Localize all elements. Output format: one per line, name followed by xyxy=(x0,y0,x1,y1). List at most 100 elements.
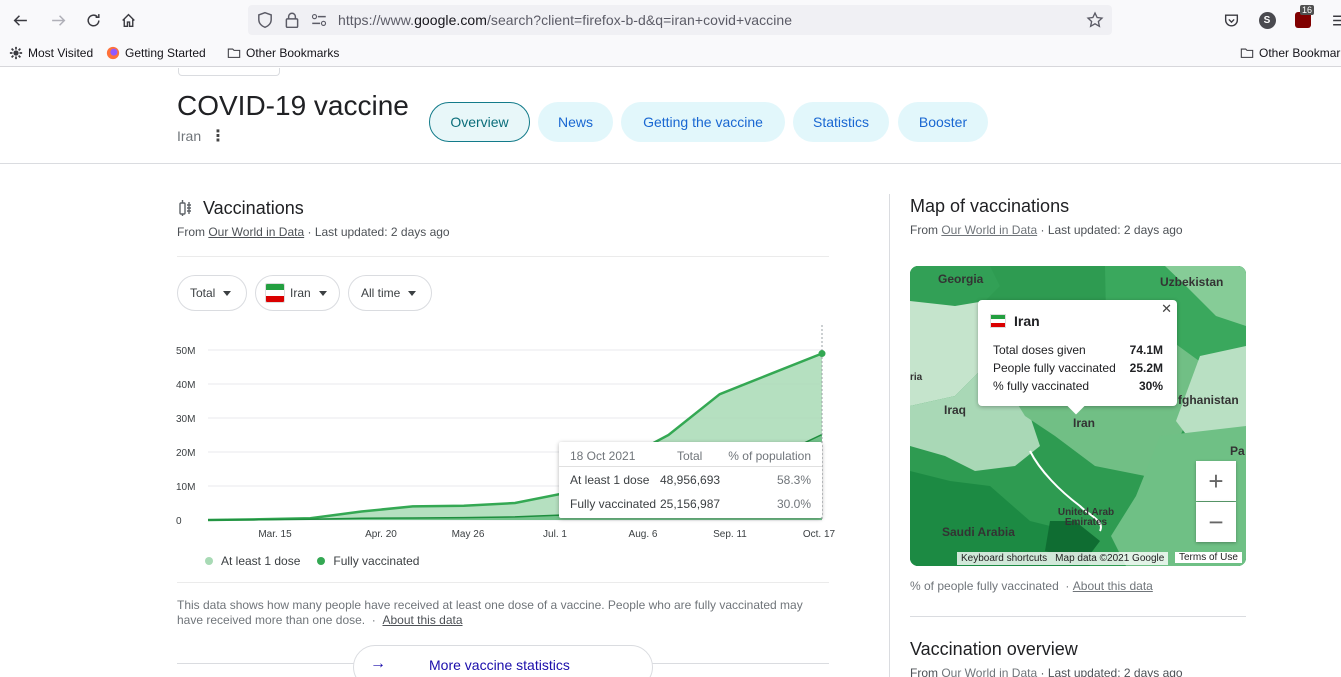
tooltip-row-label: At least 1 dose xyxy=(570,473,650,487)
tab-overview[interactable]: Overview xyxy=(429,102,530,142)
ublock-icon[interactable]: 16 xyxy=(1291,5,1315,32)
map-source: From Our World in Data · Last updated: 2… xyxy=(910,223,1183,237)
reload-icon[interactable] xyxy=(81,8,105,32)
map-label: Pa xyxy=(1230,444,1245,458)
bookmark-other-right[interactable]: Other Bookmar xyxy=(1240,46,1340,60)
about-data-link[interactable]: About this data xyxy=(382,613,462,627)
tooltip-row: Fully vaccinated 25,156,987 30.0% xyxy=(570,497,811,515)
overview-title: Vaccination overview xyxy=(910,639,1078,659)
more-vert-icon[interactable]: ⋮ xyxy=(210,126,226,146)
more-vaccine-statistics-button[interactable]: → More vaccine statistics xyxy=(353,645,653,677)
bookmark-most-visited[interactable]: Most Visited xyxy=(9,46,93,60)
header-divider xyxy=(0,163,1341,164)
note-text: This data shows how many people have rec… xyxy=(177,598,803,627)
gear-icon xyxy=(9,46,23,60)
bookmark-star-icon[interactable] xyxy=(1086,11,1104,29)
zoom-out-button[interactable]: − xyxy=(1196,502,1236,542)
chart-tooltip: 18 Oct 2021 Total % of population At least… xyxy=(559,442,822,518)
bookmark-label: Other Bookmarks xyxy=(246,46,340,60)
home-icon[interactable] xyxy=(116,8,140,32)
zoom-in-button[interactable]: + xyxy=(1196,461,1236,501)
x-tick-label: Aug. 6 xyxy=(629,529,658,540)
terms-of-use-link[interactable]: Terms of Use xyxy=(1175,552,1242,563)
about-data-link[interactable]: About this data xyxy=(1073,579,1153,593)
popup-row: Total doses given 74.1M xyxy=(993,343,1163,359)
legend-label: Fully vaccinated xyxy=(333,554,420,568)
url-text[interactable]: https://www.google.com/search?client=fir… xyxy=(338,12,792,28)
overview-source: From Our World in Data · Last updated: 2… xyxy=(910,666,1183,677)
source-prefix: From xyxy=(910,223,942,237)
source-link[interactable]: Our World in Data xyxy=(208,225,304,239)
bookmark-label: Other Bookmar xyxy=(1259,46,1341,60)
bookmark-other-left[interactable]: Other Bookmarks xyxy=(227,46,339,60)
range-dropdown[interactable]: All time xyxy=(348,275,432,311)
map-label: Iran xyxy=(1073,416,1096,430)
source-link[interactable]: Our World in Data xyxy=(941,223,1037,237)
y-tick-label: 50M xyxy=(176,346,195,357)
divider xyxy=(910,616,1246,617)
source-suffix: · Last updated: 2 days ago xyxy=(1037,223,1183,237)
tooltip-divider xyxy=(559,466,822,467)
pocket-icon[interactable] xyxy=(1219,8,1243,32)
map-label: Uzbekistan xyxy=(1160,275,1224,289)
tooltip-row: At least 1 dose 48,956,693 58.3% xyxy=(570,473,811,491)
tab-news[interactable]: News xyxy=(538,102,613,142)
popup-row-label: % fully vaccinated xyxy=(993,379,1090,393)
keyboard-shortcuts-link[interactable]: Keyboard shortcuts xyxy=(957,552,1052,565)
tab-getting-the-vaccine[interactable]: Getting the vaccine xyxy=(621,102,785,142)
x-tick-label: Apr. 20 xyxy=(365,529,397,540)
metric-dropdown[interactable]: Total xyxy=(177,275,247,311)
tooltip-row-label: Fully vaccinated xyxy=(570,497,657,511)
x-tick-label: May 26 xyxy=(452,529,485,540)
y-tick-label: 40M xyxy=(176,380,195,391)
vaccinations-title: Vaccinations xyxy=(203,198,304,218)
data-note: This data shows how many people have rec… xyxy=(177,598,803,627)
shield-icon[interactable] xyxy=(256,11,274,29)
url-bar[interactable]: https://www.google.com/search?client=fir… xyxy=(248,5,1112,35)
y-tick-label: 30M xyxy=(176,414,195,425)
tooltip-row-total: 25,156,987 xyxy=(660,497,721,511)
tooltip-col-total: Total xyxy=(677,449,703,463)
profile-avatar[interactable]: S xyxy=(1255,8,1279,32)
logo-stub xyxy=(178,68,280,76)
tab-statistics[interactable]: Statistics xyxy=(793,102,889,142)
legend-dot-full xyxy=(317,557,326,565)
source-link[interactable]: Our World in Data xyxy=(941,666,1037,677)
back-icon[interactable] xyxy=(8,8,32,32)
page-subtitle: Iran xyxy=(177,128,202,144)
tab-booster[interactable]: Booster xyxy=(898,102,988,142)
bookmark-label: Getting Started xyxy=(125,46,206,60)
tooltip-row-pct: 58.3% xyxy=(776,473,811,487)
x-tick-label: Jul. 1 xyxy=(543,529,567,540)
map-footer-text: % of people fully vaccinated xyxy=(910,579,1059,593)
source-prefix: From xyxy=(177,225,209,239)
dropdown-value: All time xyxy=(361,286,401,300)
firefox-icon xyxy=(106,46,120,60)
lock-icon[interactable] xyxy=(283,11,301,29)
country-dropdown[interactable]: Iran xyxy=(255,275,340,311)
legend-label: At least 1 dose xyxy=(221,554,301,568)
page-content: COVID-19 vaccine Iran ⋮ Overview News Ge… xyxy=(0,68,1341,677)
close-icon[interactable]: ✕ xyxy=(1161,301,1172,317)
menu-icon[interactable] xyxy=(1327,8,1341,32)
source-suffix: · Last updated: 2 days ago xyxy=(1037,666,1183,677)
y-tick-label: 0 xyxy=(176,516,182,527)
legend-dot-dose xyxy=(205,557,213,565)
popup-row-value: 25.2M xyxy=(1129,361,1163,375)
bookmark-label: Most Visited xyxy=(28,46,94,60)
tab-label: Statistics xyxy=(812,114,869,130)
caret-down-icon xyxy=(318,290,327,296)
source-prefix: From xyxy=(910,666,942,677)
popup-row: People fully vaccinated 25.2M xyxy=(993,361,1163,377)
map-label: ria xyxy=(910,372,923,383)
dropdown-value: Total xyxy=(190,286,216,300)
popup-row-label: People fully vaccinated xyxy=(993,361,1116,375)
vaccination-map[interactable]: Georgia Uzbekistan ria Iraq Iran fghanis… xyxy=(910,266,1246,566)
bookmark-getting-started[interactable]: Getting Started xyxy=(106,46,206,60)
divider xyxy=(177,256,829,257)
map-label: United Arab Emirates xyxy=(1057,507,1115,528)
map-label: Georgia xyxy=(938,272,984,286)
permissions-icon[interactable] xyxy=(310,11,328,29)
tooltip-header: 18 Oct 2021 Total % of population xyxy=(570,449,811,467)
forward-icon[interactable] xyxy=(46,8,70,32)
